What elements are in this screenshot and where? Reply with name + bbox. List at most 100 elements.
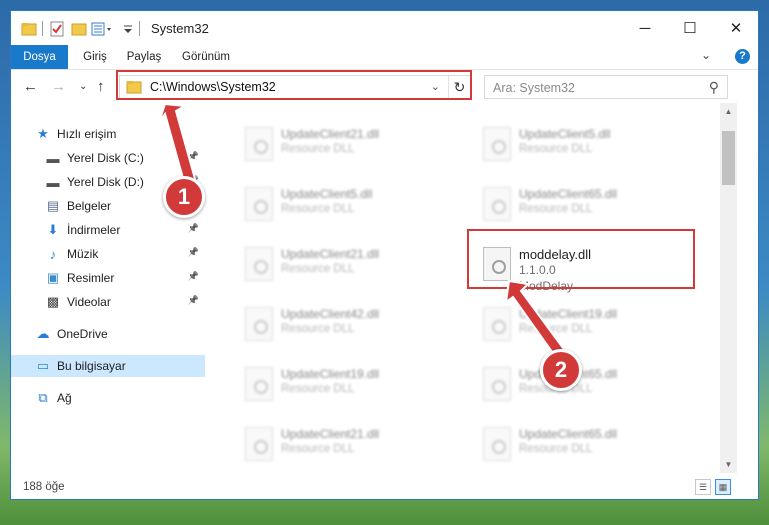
window-title: System32 (151, 21, 209, 36)
file-highlight (467, 229, 695, 289)
dll-file-icon (245, 247, 273, 281)
pin-icon[interactable]: 📌 (188, 295, 199, 306)
sidebar-item-label: Bu bilgisayar (57, 359, 126, 373)
downloads-icon: ⬇ (47, 222, 59, 237)
sidebar-item[interactable]: ▩ Videolar 📌 (11, 291, 205, 313)
scroll-thumb[interactable] (722, 131, 735, 185)
pin-icon[interactable]: 📌 (188, 271, 199, 282)
sidebar-item[interactable]: ☁ OneDrive (11, 323, 205, 345)
computer-icon: ▭ (36, 358, 50, 373)
navigation-pane: ★ Hızlı erişim ▬ Yerel Disk (C:) 📌 ▬ Yerel Dis… (11, 103, 205, 473)
sidebar-item[interactable]: ▣ Resimler 📌 (11, 267, 205, 289)
file-name: UpdateClient65.dll (519, 427, 618, 441)
file-type: Resource DLL (281, 443, 355, 455)
file-item[interactable]: UpdateClient19.dll Resource DLL (205, 353, 429, 411)
file-name: UpdateClient42.dll (281, 307, 380, 321)
close-button[interactable]: ✕ (713, 11, 758, 45)
status-bar: 188 öğe ☰ ▦ (11, 473, 758, 499)
search-placeholder: Ara: System32 (493, 81, 575, 95)
file-type: Resource DLL (281, 263, 355, 275)
videos-icon: ▩ (46, 294, 60, 309)
file-name: UpdateClient65.dll (519, 187, 618, 201)
properties-icon[interactable] (49, 20, 65, 38)
sidebar-item[interactable]: ▭ Bu bilgisayar (11, 355, 205, 377)
pin-icon[interactable]: 📌 (188, 247, 199, 258)
sidebar-item[interactable]: ⬇ İndirmeler 📌 (11, 219, 205, 241)
tab-view[interactable]: Görünüm (175, 45, 237, 69)
minimize-button[interactable]: ─ (622, 11, 668, 45)
sidebar-item-label: Resimler (67, 271, 115, 285)
sidebar-item[interactable]: ⧉ Ağ (11, 387, 205, 409)
dll-file-icon (483, 307, 511, 341)
file-name: UpdateClient21.dll (281, 427, 380, 441)
sidebar-item[interactable]: ★ Hızlı erişim (11, 123, 205, 145)
file-name: UpdateClient19.dll (281, 367, 380, 381)
tab-share[interactable]: Paylaş (119, 45, 169, 69)
documents-icon: ▤ (46, 198, 60, 213)
file-type: Resource DLL (281, 323, 355, 335)
dll-file-icon (245, 307, 273, 341)
sidebar-item-label: Ağ (57, 391, 72, 405)
file-item[interactable]: UpdateClient19.dll Resource DLL (443, 293, 667, 351)
file-type: Resource DLL (281, 143, 355, 155)
sidebar-item-label: Yerel Disk (D:) (67, 175, 144, 189)
tab-home[interactable]: Giriş (73, 45, 117, 69)
file-item[interactable]: UpdateClient5.dll Resource DLL (205, 173, 429, 231)
file-item[interactable]: UpdateClient21.dll Resource DLL (205, 413, 429, 471)
file-name: UpdateClient21.dll (281, 127, 380, 141)
drive-icon: ▬ (46, 150, 60, 166)
file-type: Resource DLL (281, 203, 355, 215)
item-count: 188 öğe (23, 481, 65, 493)
dll-file-icon (245, 427, 273, 461)
scroll-down-icon[interactable]: ▼ (720, 456, 737, 473)
title-bar: System32 ─ ☐ ✕ (11, 11, 758, 45)
help-icon[interactable]: ? (735, 49, 750, 64)
search-input[interactable]: Ara: System32 ⚲ (484, 75, 728, 99)
file-item[interactable]: UpdateClient65.dll Resource DLL (443, 173, 667, 231)
file-item[interactable]: UpdateClient42.dll Resource DLL (205, 293, 429, 351)
tiles-view-icon[interactable]: ▦ (715, 479, 731, 495)
maximize-button[interactable]: ☐ (667, 11, 713, 45)
file-item[interactable]: UpdateClient5.dll Resource DLL (443, 113, 667, 171)
customize-toolbar-icon[interactable] (123, 20, 133, 38)
file-type: Resource DLL (519, 443, 593, 455)
cloud-icon: ☁ (36, 326, 50, 341)
ribbon-tabs: Dosya Giriş Paylaş Görünüm ⌄ ? (11, 45, 758, 103)
forward-button[interactable]: → (51, 78, 66, 95)
pictures-icon: ▣ (46, 270, 60, 285)
dll-file-icon (483, 427, 511, 461)
sidebar-item-label: Hızlı erişim (57, 127, 117, 141)
details-view-icon[interactable]: ☰ (695, 479, 711, 495)
sidebar-item-label: OneDrive (57, 327, 108, 341)
file-item[interactable]: UpdateClient21.dll Resource DLL (205, 113, 429, 171)
dll-file-icon (245, 367, 273, 401)
dll-file-icon (483, 187, 511, 221)
sidebar-item[interactable]: ▬ Yerel Disk (C:) 📌 (11, 147, 205, 169)
sidebar-item-label: Müzik (67, 247, 99, 261)
sidebar-item[interactable]: ♪ Müzik 📌 (11, 243, 205, 265)
dll-file-icon (245, 127, 273, 161)
step-1-badge: 1 (163, 176, 205, 218)
dll-file-icon (245, 187, 273, 221)
scroll-up-icon[interactable]: ▲ (720, 103, 737, 120)
music-icon: ♪ (49, 246, 57, 262)
view-options-icon[interactable] (91, 20, 117, 38)
file-name: UpdateClient21.dll (281, 247, 380, 261)
pin-icon[interactable]: 📌 (188, 151, 199, 162)
pin-icon[interactable]: 📌 (188, 223, 199, 234)
file-item[interactable]: UpdateClient21.dll Resource DLL (205, 233, 429, 291)
file-type: Resource DLL (519, 323, 593, 335)
star-icon: ★ (37, 126, 49, 141)
new-folder-icon[interactable] (71, 20, 87, 38)
back-button[interactable]: ← (23, 78, 38, 95)
expand-ribbon-icon[interactable]: ⌄ (701, 48, 711, 62)
file-item[interactable]: UpdateClient65.dll Resource DLL (443, 413, 667, 471)
file-type: Resource DLL (519, 143, 593, 155)
vertical-scrollbar[interactable]: ▲ ▼ (720, 103, 737, 473)
sidebar-item-label: Yerel Disk (C:) (67, 151, 144, 165)
file-name: UpdateClient19.dll (519, 307, 618, 321)
up-button[interactable]: ↑ (97, 78, 105, 95)
recent-locations-button[interactable]: ⌄ (79, 81, 87, 92)
address-highlight (116, 70, 472, 100)
network-icon: ⧉ (38, 390, 48, 405)
